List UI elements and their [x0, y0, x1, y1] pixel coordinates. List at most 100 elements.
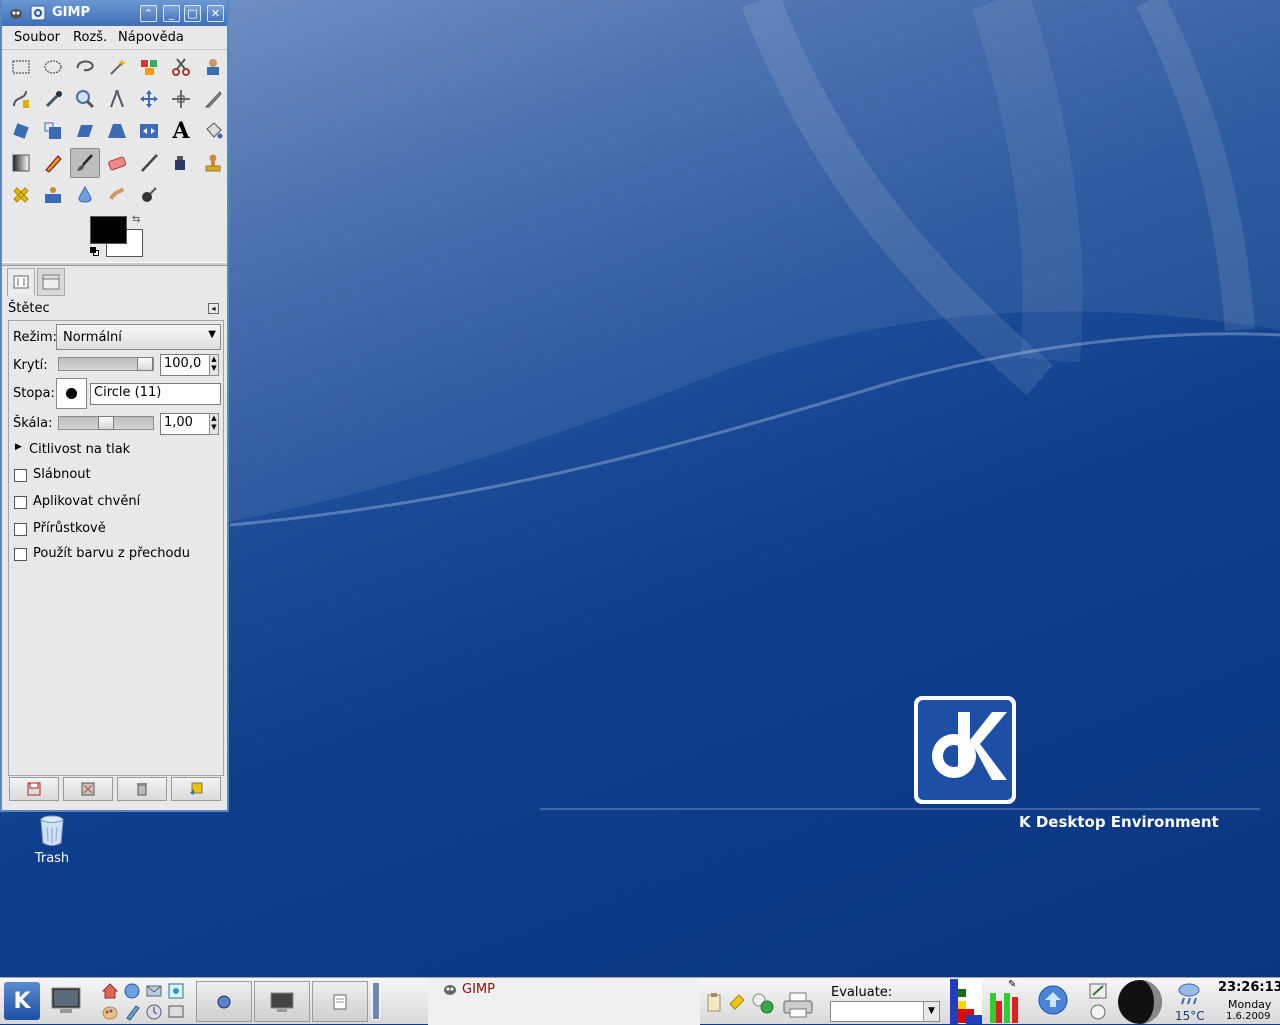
paths-icon: [13, 90, 29, 108]
show-desktop-button[interactable]: [47, 983, 85, 1019]
shear-tool[interactable]: [70, 116, 100, 146]
restore-options-button[interactable]: [63, 777, 113, 801]
perspective-tool[interactable]: [102, 116, 132, 146]
desktop-3-button[interactable]: [312, 981, 368, 1022]
dodge-burn-tool[interactable]: [134, 180, 164, 210]
window-titlebar[interactable]: GIMP ⌃ _ □ ✕: [2, 0, 227, 26]
blur-tool[interactable]: [70, 180, 100, 210]
color-picker-tool[interactable]: [38, 84, 68, 114]
image-launcher[interactable]: [166, 981, 186, 1001]
flip-tool[interactable]: [134, 116, 164, 146]
cpu-monitor-applet[interactable]: [950, 979, 982, 1024]
heal-tool[interactable]: [6, 180, 36, 210]
move-tool[interactable]: [134, 84, 164, 114]
foreground-select-tool[interactable]: [198, 52, 228, 82]
pane-separator[interactable]: [2, 262, 227, 266]
smudge-tool[interactable]: [102, 180, 132, 210]
mode-select[interactable]: Normální ▼: [56, 324, 221, 350]
default-colors-icon[interactable]: [90, 247, 100, 257]
reset-options-button[interactable]: [171, 777, 221, 801]
rect-select-tool[interactable]: [6, 52, 36, 82]
scale-input[interactable]: 1,00: [160, 413, 210, 435]
maximize-button[interactable]: □: [184, 5, 201, 22]
shade-button[interactable]: ⌃: [140, 5, 157, 22]
editor-launcher[interactable]: [122, 1002, 142, 1022]
kmail-launcher[interactable]: [144, 981, 164, 1001]
evaluate-dropdown[interactable]: ▼: [923, 1002, 939, 1021]
opacity-slider-thumb[interactable]: [137, 357, 153, 371]
scale-slider[interactable]: [58, 416, 154, 430]
network-tray[interactable]: [750, 990, 776, 1016]
evaluate-combobox[interactable]: ▼: [830, 1001, 940, 1022]
free-select-tool[interactable]: [70, 52, 100, 82]
airbrush-tool[interactable]: [134, 148, 164, 178]
blend-tool[interactable]: [6, 148, 36, 178]
ink-tool[interactable]: [166, 148, 196, 178]
notes-tray[interactable]: [726, 990, 748, 1014]
incremental-checkbox[interactable]: [14, 523, 27, 536]
desktop-2-button[interactable]: [254, 981, 310, 1022]
menu-napoveda[interactable]: Nápověda: [118, 30, 184, 45]
perspective-clone-tool[interactable]: [38, 180, 68, 210]
color-select-tool[interactable]: [134, 52, 164, 82]
tab-tool-options[interactable]: [7, 268, 35, 296]
updater-tray[interactable]: [1036, 983, 1070, 1017]
desktop-1-button[interactable]: [196, 981, 252, 1022]
text-tool[interactable]: A: [166, 116, 196, 146]
k-menu-button[interactable]: K: [4, 982, 40, 1020]
system-monitor-applet[interactable]: ✎: [988, 979, 1022, 1024]
tab-layers[interactable]: [37, 268, 65, 296]
konqueror-launcher[interactable]: [122, 981, 142, 1001]
pressure-expander[interactable]: ▶ Citlivost na tlak: [13, 442, 213, 460]
panel-menu-icon[interactable]: ◂: [208, 303, 219, 314]
printer-tray[interactable]: [780, 990, 816, 1020]
pen-tray[interactable]: [1088, 982, 1108, 1000]
klipper-tray[interactable]: [704, 990, 724, 1014]
fuzzy-select-tool[interactable]: [102, 52, 132, 82]
align-tool[interactable]: [166, 84, 196, 114]
gradient-color-checkbox[interactable]: [14, 548, 27, 561]
clock-launcher[interactable]: [144, 1002, 164, 1022]
window-menu-icon[interactable]: [30, 5, 46, 21]
menu-soubor[interactable]: Soubor: [14, 30, 60, 45]
paint-launcher[interactable]: [100, 1002, 120, 1022]
weather-applet[interactable]: [1176, 981, 1202, 1007]
brush-name-field[interactable]: Circle (11): [90, 383, 221, 405]
paintbrush-tool[interactable]: [70, 148, 100, 178]
gimp-task-entry[interactable]: GIMP: [428, 978, 700, 1025]
minimize-button[interactable]: _: [163, 5, 180, 22]
swap-colors-icon[interactable]: ⇆: [132, 214, 140, 225]
crop-tool[interactable]: [198, 84, 228, 114]
scale-slider-thumb[interactable]: [98, 416, 114, 430]
scale-spinner[interactable]: ▲ ▼: [209, 413, 219, 435]
terminal-launcher[interactable]: [166, 1002, 186, 1022]
brush-preview-button[interactable]: [56, 378, 87, 409]
clone-tool[interactable]: [198, 148, 228, 178]
zoom-tool[interactable]: [70, 84, 100, 114]
clock-applet[interactable]: 23:26:13 Monday 1.6.2009: [1212, 978, 1280, 1025]
scale-tool[interactable]: [38, 116, 68, 146]
opacity-slider[interactable]: [58, 357, 154, 371]
close-button[interactable]: ✕: [207, 5, 224, 22]
home-launcher[interactable]: [100, 981, 120, 1001]
moon-phase-applet[interactable]: [1116, 979, 1164, 1024]
rotate-tool[interactable]: [6, 116, 36, 146]
paths-tool[interactable]: [6, 84, 36, 114]
save-options-button[interactable]: [9, 777, 59, 801]
measure-tool[interactable]: [102, 84, 132, 114]
fade-checkbox[interactable]: [14, 469, 27, 482]
opacity-input[interactable]: 100,0: [160, 354, 210, 376]
jitter-checkbox[interactable]: [14, 496, 27, 509]
gimp-app-icon[interactable]: [8, 5, 24, 21]
trash-desktop-icon[interactable]: Trash: [22, 815, 82, 866]
circle-tray[interactable]: [1088, 1002, 1108, 1022]
scissors-tool[interactable]: [166, 52, 196, 82]
pencil-tool[interactable]: [38, 148, 68, 178]
menu-rozs[interactable]: Rozš.: [73, 30, 107, 45]
ellipse-select-tool[interactable]: [38, 52, 68, 82]
foreground-color-swatch[interactable]: [90, 216, 127, 244]
delete-options-button[interactable]: [117, 777, 167, 801]
opacity-spinner[interactable]: ▲ ▼: [209, 354, 219, 376]
eraser-tool[interactable]: [102, 148, 132, 178]
bucket-fill-tool[interactable]: [198, 116, 228, 146]
